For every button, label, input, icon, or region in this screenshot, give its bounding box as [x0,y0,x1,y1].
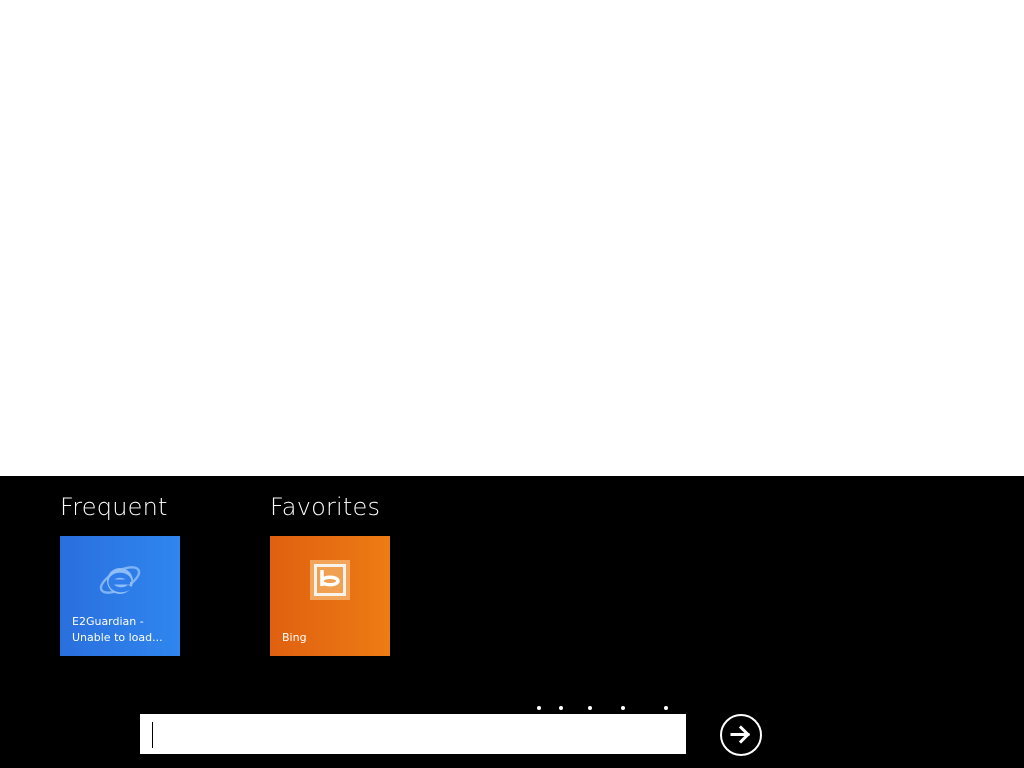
browser-page: Frequent Favorites E2Guardian - Unable t… [0,0,1024,768]
internet-explorer-icon [99,566,141,594]
tile-label: Bing [282,631,307,644]
loading-dots [0,704,1024,712]
frequent-heading: Frequent [60,493,168,521]
tile-label: E2Guardian - Unable to load... [72,614,172,646]
text-caret [152,722,153,748]
go-button[interactable] [720,714,762,756]
favorites-heading: Favorites [270,493,381,521]
loading-dot [537,706,541,710]
loading-dot [664,706,668,710]
app-bar: Frequent Favorites E2Guardian - Unable t… [0,476,1024,768]
bing-icon [310,560,350,600]
loading-dot [588,706,592,710]
frequent-tile-e2guardian[interactable]: E2Guardian - Unable to load... [60,536,180,656]
loading-dot [559,706,563,710]
tile-label-line2: Unable to load... [72,631,163,644]
loading-dot [621,706,625,710]
arrow-right-icon [730,725,751,744]
favorites-tile-bing[interactable]: Bing [270,536,390,656]
tile-label-line1: E2Guardian - [72,615,144,628]
web-content-area[interactable] [0,0,1024,476]
address-bar-input[interactable] [140,714,686,754]
